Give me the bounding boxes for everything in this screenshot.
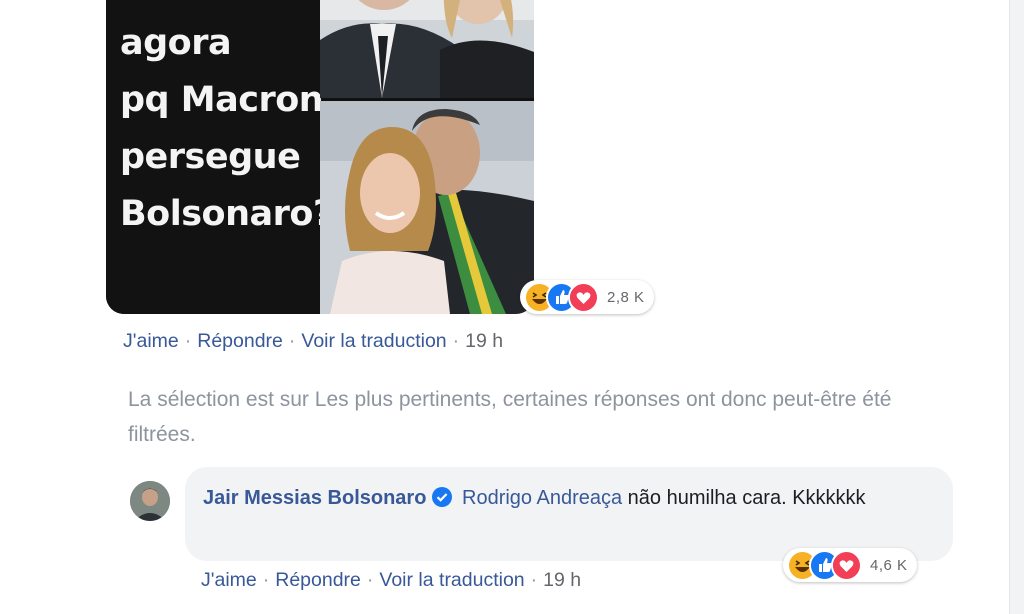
separator-dot: · [184, 330, 192, 352]
meme-line: agora [120, 23, 232, 63]
photo-couple-top [320, 0, 534, 98]
reply-actions: J'aime · Répondre · Voir la traduction ·… [201, 569, 581, 592]
author-name[interactable]: Jair Messias Bolsonaro [203, 487, 426, 509]
comment-image[interactable]: agora pq Macron persegue Bolsonaro? [106, 0, 534, 314]
reply-bubble: Jair Messias Bolsonaro Rodrigo Andreaça … [185, 467, 953, 561]
separator-dot: · [366, 569, 374, 591]
separator-dot: · [262, 569, 270, 591]
meme-text-panel: agora pq Macron persegue Bolsonaro? [106, 0, 333, 314]
meme-line: persegue [120, 137, 301, 177]
reply-text: Jair Messias Bolsonaro Rodrigo Andreaça … [203, 482, 943, 517]
reaction-count: 4,6 K [870, 556, 908, 574]
love-reaction-icon [831, 549, 862, 581]
reply-link[interactable]: Répondre [197, 330, 283, 353]
meme-caption: agora pq Macron persegue Bolsonaro? [120, 15, 333, 243]
comment-actions: J'aime · Répondre · Voir la traduction ·… [123, 330, 503, 353]
like-link[interactable]: J'aime [123, 330, 179, 353]
reply-link[interactable]: Répondre [275, 569, 361, 592]
see-translation-link[interactable]: Voir la traduction [379, 569, 524, 592]
separator-dot: · [452, 330, 460, 352]
reaction-summary[interactable]: 4,6 K [783, 548, 917, 582]
meme-line: pq Macron [120, 80, 324, 120]
avatar[interactable] [130, 481, 170, 521]
love-reaction-icon [568, 281, 599, 313]
see-translation-link[interactable]: Voir la traduction [301, 330, 446, 353]
meme-line: Bolsonaro? [120, 194, 333, 234]
separator-dot: · [530, 569, 538, 591]
timestamp[interactable]: 19 h [465, 330, 503, 353]
reply-message: não humilha cara. Kkkkkkk [622, 487, 866, 509]
reaction-summary[interactable]: 2,8 K [520, 280, 654, 314]
like-link[interactable]: J'aime [201, 569, 257, 592]
verified-badge-icon [432, 485, 453, 517]
filter-notice: La sélection est sur Les plus pertinents… [128, 388, 892, 446]
reaction-count: 2,8 K [607, 288, 645, 306]
separator-dot: · [288, 330, 296, 352]
window-edge [1009, 0, 1024, 614]
timestamp[interactable]: 19 h [543, 569, 581, 592]
mentioned-user[interactable]: Rodrigo Andreaça [462, 487, 622, 509]
photo-couple-bottom [320, 101, 534, 314]
